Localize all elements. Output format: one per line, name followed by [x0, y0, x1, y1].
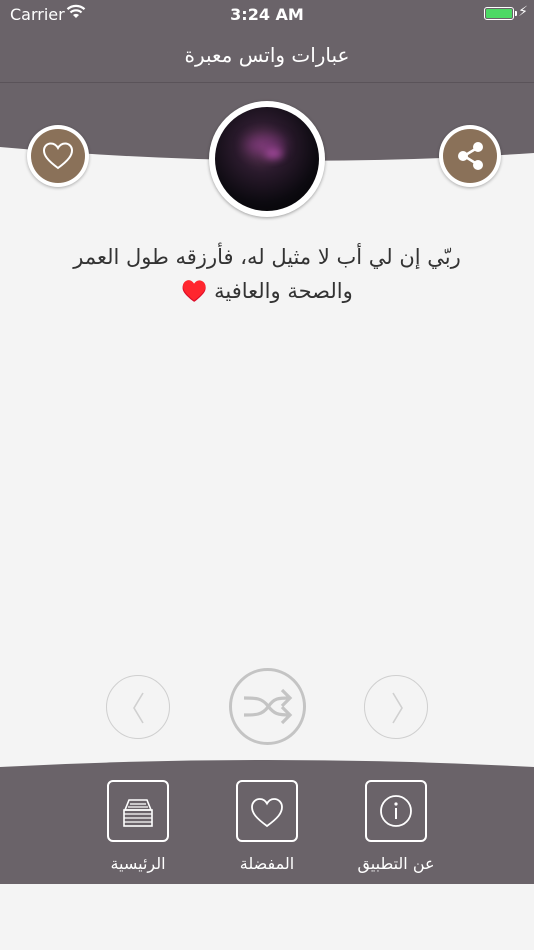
tab-home-label: الرئيسية	[110, 854, 166, 873]
tab-about[interactable]: عن التطبيق	[351, 780, 441, 873]
charging-icon: ⚡	[518, 4, 528, 20]
heart-outline-icon	[42, 142, 74, 170]
page-title: عبارات واتس معبرة	[184, 43, 350, 67]
about-tab-box	[365, 780, 427, 842]
tab-favorites[interactable]: المفضلة	[222, 780, 312, 873]
chevron-left-icon	[133, 692, 144, 724]
shuffle-icon	[243, 688, 293, 725]
previous-button[interactable]	[106, 675, 170, 739]
favorites-tab-box	[236, 780, 298, 842]
next-button[interactable]	[364, 675, 428, 739]
home-tab-box	[107, 780, 169, 842]
heart-icon	[251, 798, 283, 828]
tab-favorites-label: المفضلة	[239, 854, 295, 873]
nav-bar: عبارات واتس معبرة	[0, 28, 534, 83]
favorite-button[interactable]	[27, 125, 89, 187]
chevron-right-icon	[392, 692, 403, 724]
info-icon	[380, 795, 412, 827]
status-bar: Carrier 3:24 AM ⚡	[0, 0, 534, 28]
share-icon	[458, 142, 483, 170]
avatar	[209, 101, 325, 217]
bottom-area	[0, 884, 534, 950]
battery-tip	[515, 11, 517, 16]
shuffle-button[interactable]	[229, 668, 306, 745]
battery-icon	[484, 7, 514, 20]
quote-text: ربّي إن لي أب لا مثيل له، فأرزقه طول الع…	[73, 245, 461, 303]
share-button[interactable]	[439, 125, 501, 187]
tab-home[interactable]: الرئيسية	[93, 780, 183, 873]
tab-about-label: عن التطبيق	[357, 854, 435, 873]
clock: 3:24 AM	[230, 5, 304, 24]
home-stack-icon	[123, 799, 153, 827]
avatar-image	[215, 107, 319, 211]
